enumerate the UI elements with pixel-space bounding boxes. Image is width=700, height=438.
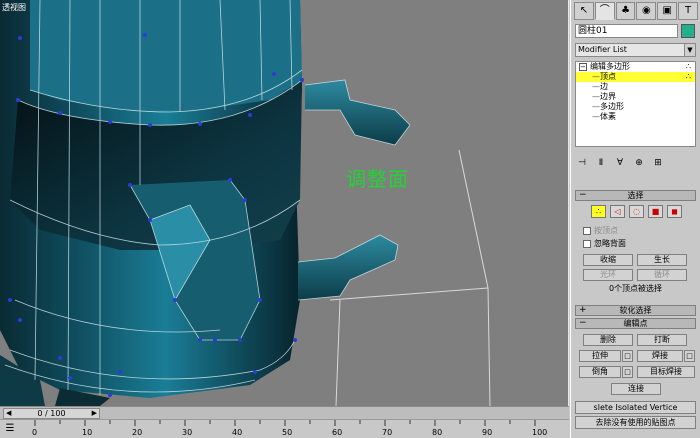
chamfer-button[interactable]: 倒角 [579, 366, 621, 378]
remove-modifier-icon[interactable]: ⊕ [632, 156, 646, 170]
selection-rollout-header[interactable]: − 选择 [575, 190, 696, 201]
connect-button[interactable]: 连接 [611, 383, 661, 395]
track-tick-label: 60 [332, 428, 343, 437]
by-vertex-checkbox[interactable]: 按顶点 [583, 225, 618, 236]
vertex-dots-icon: ∴ [685, 72, 691, 81]
tree-branch: — [592, 82, 600, 91]
track-bar-icon[interactable]: ☰ [3, 423, 17, 435]
stack-subitem-label: 多边形 [600, 102, 624, 111]
track-tick-label: 80 [432, 428, 443, 437]
weld-button[interactable]: 焊接 [637, 350, 683, 362]
expand-icon: + [579, 305, 587, 315]
hierarchy-icon[interactable]: ♣ [615, 2, 636, 20]
tree-branch: — [592, 72, 600, 81]
stack-subitem[interactable]: — 多边形 [576, 102, 695, 112]
command-panel: ↖ ⌒ ♣ ◉ ▣ T 圆柱01 Modifier List ▼ − 编辑多边形 ∴ — 顶… [570, 0, 700, 438]
remove-unused-map-verts-button[interactable]: 去除没有使用的贴图点 [575, 416, 696, 429]
tree-branch: — [592, 112, 600, 121]
selection-status: 0个顶点被选择 [608, 284, 663, 293]
remove-button[interactable]: 删除 [583, 334, 633, 346]
track-tick-label: 40 [232, 428, 243, 437]
modifier-list-dropdown[interactable]: Modifier List ▼ [575, 43, 696, 57]
vertex-dots-icon: ∴ [685, 62, 691, 71]
stack-subitem[interactable]: — 边 [576, 82, 695, 92]
ring-button[interactable]: 光环 [583, 269, 633, 281]
shrink-button[interactable]: 收缩 [583, 254, 633, 266]
track-tick-label: 0 [32, 428, 38, 437]
stack-item-edit-poly[interactable]: − 编辑多边形 ∴ [576, 62, 695, 72]
tree-branch: — [592, 102, 600, 111]
collapse-icon: − [579, 190, 587, 200]
time-slider-value: 0 / 100 [37, 409, 66, 418]
track-tick-label: 20 [132, 428, 143, 437]
chamfer-settings-icon[interactable]: □ [622, 366, 633, 378]
viewport-label[interactable]: 透视图 [2, 2, 26, 13]
modifier-stack: − 编辑多边形 ∴ — 顶点 ∴ — 边 — 边界 — 多边形 — 体素 [575, 61, 696, 147]
time-slider-track[interactable]: ◀ 0 / 100 ▶ [0, 406, 569, 419]
prev-frame-icon[interactable]: ◀ [6, 409, 11, 418]
track-tick-label: 50 [282, 428, 293, 437]
target-weld-button[interactable]: 目标焊接 [637, 366, 695, 378]
command-panel-tabs: ↖ ⌒ ♣ ◉ ▣ T [574, 2, 698, 20]
remove-isolated-vertices-button[interactable]: slete Isolated Vertice [575, 401, 696, 414]
motion-icon[interactable]: ◉ [636, 2, 657, 20]
stack-subitem-label: 边界 [600, 92, 616, 101]
display-icon[interactable]: ▣ [657, 2, 678, 20]
next-frame-icon[interactable]: ▶ [92, 409, 97, 418]
stack-subitem[interactable]: — 顶点 ∴ [576, 72, 695, 82]
stack-subitem[interactable]: — 体素 [576, 112, 695, 122]
border-level-icon[interactable]: ◌ [629, 205, 644, 218]
track-tick-label: 90 [482, 428, 493, 437]
modifier-list-label: Modifier List [578, 45, 627, 54]
configure-sets-icon[interactable]: ⊞ [651, 156, 665, 170]
create-icon[interactable]: ↖ [574, 2, 594, 20]
modify-icon[interactable]: ⌒ [594, 2, 615, 20]
polygon-level-icon[interactable]: ■ [648, 205, 663, 218]
stack-subitem-label: 边 [600, 82, 608, 91]
annotation-text: 调整面 [346, 167, 409, 191]
track-tick-label: 70 [382, 428, 393, 437]
pin-stack-icon[interactable]: ⊣ [575, 156, 589, 170]
stack-subitem-label: 顶点 [600, 72, 616, 81]
stack-subitem-label: 体素 [600, 112, 616, 121]
loop-button[interactable]: 循环 [637, 269, 687, 281]
make-unique-icon[interactable]: ∀ [613, 156, 627, 170]
viewport-scene [0, 0, 491, 406]
grow-button[interactable]: 生长 [637, 254, 687, 266]
soft-selection-rollout-header[interactable]: + 软化选择 [575, 305, 696, 316]
object-color-swatch[interactable] [681, 24, 695, 38]
subobject-level-icons: ∴ ◁ ◌ ■ ◼ [591, 205, 682, 218]
break-button[interactable]: 打断 [637, 334, 687, 346]
track-bar[interactable]: ☰ 0 10 20 30 40 50 60 70 80 90 100 [0, 419, 569, 438]
track-tick-label: 10 [82, 428, 93, 437]
stack-toolbar: ⊣ Ⅱ ∀ ⊕ ⊞ [575, 156, 696, 170]
edge-level-icon[interactable]: ◁ [610, 205, 625, 218]
tree-branch: — [592, 92, 600, 101]
element-level-icon[interactable]: ◼ [667, 205, 682, 218]
object-name-field[interactable]: 圆柱01 [575, 24, 678, 38]
weld-settings-icon[interactable]: □ [684, 350, 695, 362]
checkbox-box[interactable] [583, 226, 591, 235]
edit-vertices-rollout-header[interactable]: − 编辑点 [575, 318, 696, 329]
collapse-icon[interactable]: − [579, 63, 587, 71]
show-end-result-icon[interactable]: Ⅱ [594, 156, 608, 170]
stack-item-label: 编辑多边形 [590, 62, 630, 71]
chevron-down-icon[interactable]: ▼ [684, 44, 695, 56]
track-tick-label: 100 [532, 428, 548, 437]
utilities-icon[interactable]: T [678, 2, 698, 20]
extrude-button[interactable]: 拉伸 [579, 350, 621, 362]
vertex-level-icon[interactable]: ∴ [591, 205, 606, 218]
ignore-backfacing-checkbox[interactable]: 忽略背面 [583, 238, 626, 249]
stack-subitem[interactable]: — 边界 [576, 92, 695, 102]
collapse-icon: − [579, 318, 587, 328]
checkbox-box[interactable] [583, 239, 591, 248]
track-tick-label: 30 [182, 428, 193, 437]
extrude-settings-icon[interactable]: □ [622, 350, 633, 362]
perspective-viewport[interactable]: 透视图 调整面 [0, 0, 569, 406]
time-slider[interactable]: ◀ 0 / 100 ▶ [3, 408, 100, 419]
